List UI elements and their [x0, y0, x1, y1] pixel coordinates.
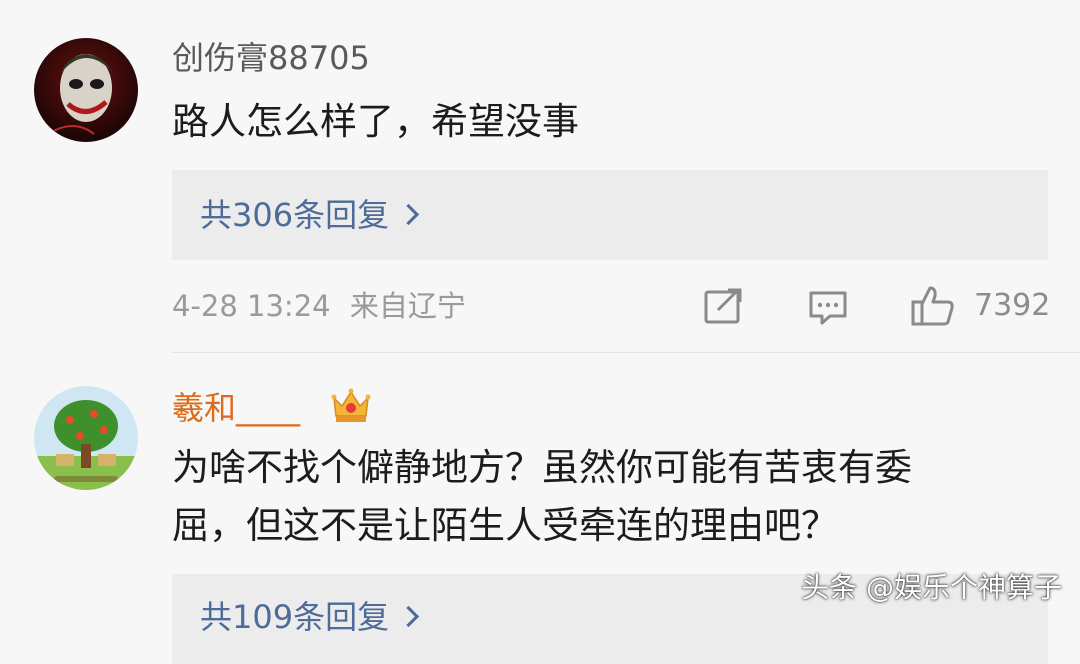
- thumbs-up-icon[interactable]: [910, 284, 956, 328]
- chevron-right-icon: [397, 605, 420, 627]
- crown-badge-icon: [331, 388, 371, 422]
- user-avatar[interactable]: [34, 38, 138, 142]
- joker-avatar-icon: [34, 38, 138, 142]
- replies-count-label: 共306条回复: [200, 196, 390, 234]
- username[interactable]: 羲和____: [172, 388, 300, 428]
- user-avatar[interactable]: [34, 386, 138, 490]
- comment-text: 路人怎么样了，希望没事: [172, 100, 579, 143]
- comment-meta: 4-28 13:24 来自辽宁: [172, 286, 476, 326]
- view-replies-link[interactable]: 共306条回复: [200, 194, 420, 236]
- like-count: 7392: [974, 288, 1051, 323]
- replies-box[interactable]: 共306条回复: [172, 170, 1048, 260]
- watermark: 头条 @娱乐个神算子: [801, 571, 1062, 604]
- comment-divider: [172, 352, 1080, 353]
- view-replies-link[interactable]: 共109条回复: [200, 596, 420, 638]
- username[interactable]: 创伤膏88705: [172, 38, 370, 78]
- comment-text-line-1: 为啥不找个僻静地方？虽然你可能有苦衷有委: [172, 446, 912, 489]
- replies-count-label: 共109条回复: [200, 598, 390, 636]
- timestamp: 4-28 13:24: [172, 289, 331, 323]
- location: 来自辽宁: [349, 289, 466, 323]
- repost-icon[interactable]: [704, 288, 744, 324]
- comment-icon[interactable]: [808, 290, 848, 326]
- chevron-right-icon: [397, 203, 420, 225]
- comment-text-line-2: 屈，但这不是让陌生人受牵连的理由吧？: [172, 504, 838, 547]
- tree-avatar-icon: [34, 386, 138, 490]
